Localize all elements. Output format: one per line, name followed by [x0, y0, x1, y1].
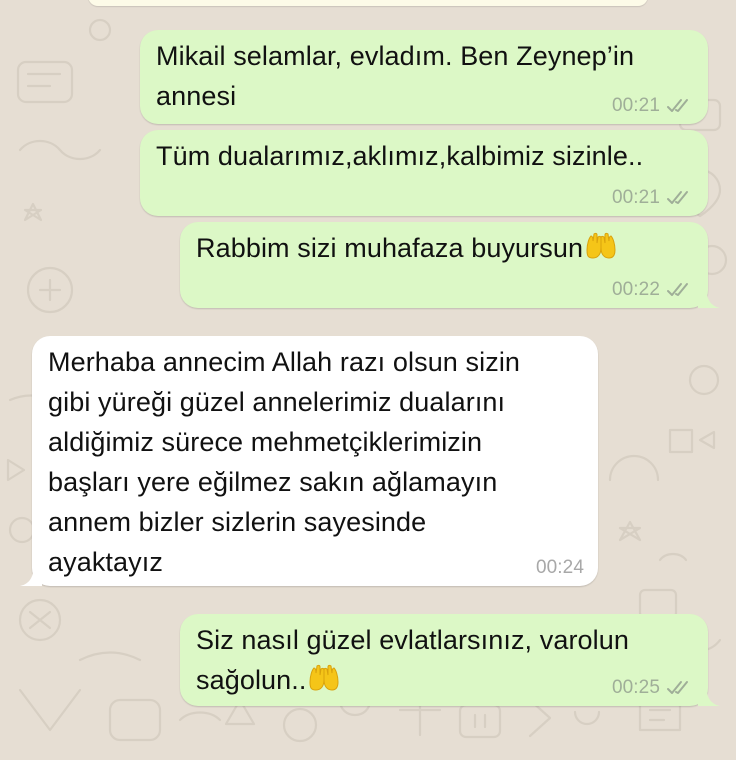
message-content: Rabbim sizi muhafaza buyursun	[196, 228, 690, 268]
message-meta: 00:21	[612, 188, 694, 208]
outgoing-message-bubble[interactable]: Rabbim sizi muhafaza buyursun 00:22	[180, 222, 720, 308]
double-check-icon	[667, 283, 688, 296]
bubble-tail	[20, 564, 42, 586]
outgoing-message-bubble[interactable]: Siz nasıl güzel evlatlarsınız, varolun s…	[180, 614, 720, 706]
message-text: Merhaba annecim Allah razı olsun sizin g…	[48, 347, 521, 577]
bubble-tail	[698, 286, 720, 308]
message-timestamp: 00:24	[535, 557, 584, 578]
message-text: Rabbim sizi muhafaza buyursun	[196, 233, 584, 263]
message-timestamp: 00:22	[611, 279, 660, 300]
outgoing-message-bubble[interactable]: Mikail selamlar, evladım. Ben Zeynep’in …	[140, 30, 708, 124]
previous-message-bubble-edge	[88, 0, 648, 6]
message-meta: 00:24	[536, 558, 584, 578]
bubble-tail	[698, 684, 720, 706]
message-meta: 00:22	[612, 280, 694, 300]
message-meta: 00:25	[612, 678, 694, 698]
open-hands-emoji	[586, 232, 616, 259]
message-timestamp: 00:21	[611, 95, 660, 116]
message-text: Siz nasıl güzel evlatlarsınız, varolun s…	[196, 625, 630, 695]
double-check-icon	[667, 681, 688, 694]
outgoing-message-bubble[interactable]: Tüm dualarımız,aklımız,kalbimiz sizinle.…	[140, 130, 708, 216]
message-text: Mikail selamlar, evladım. Ben Zeynep’in …	[156, 41, 635, 111]
open-hands-emoji	[309, 664, 339, 691]
message-text: Tüm dualarımız,aklımız,kalbimiz sizinle.…	[156, 141, 644, 171]
double-check-icon	[667, 191, 688, 204]
double-check-icon	[667, 99, 688, 112]
message-timestamp: 00:25	[611, 677, 660, 698]
message-timestamp: 00:21	[611, 187, 660, 208]
message-meta: 00:21	[612, 96, 694, 116]
incoming-message-bubble[interactable]: Merhaba annecim Allah razı olsun sizin g…	[20, 336, 598, 586]
